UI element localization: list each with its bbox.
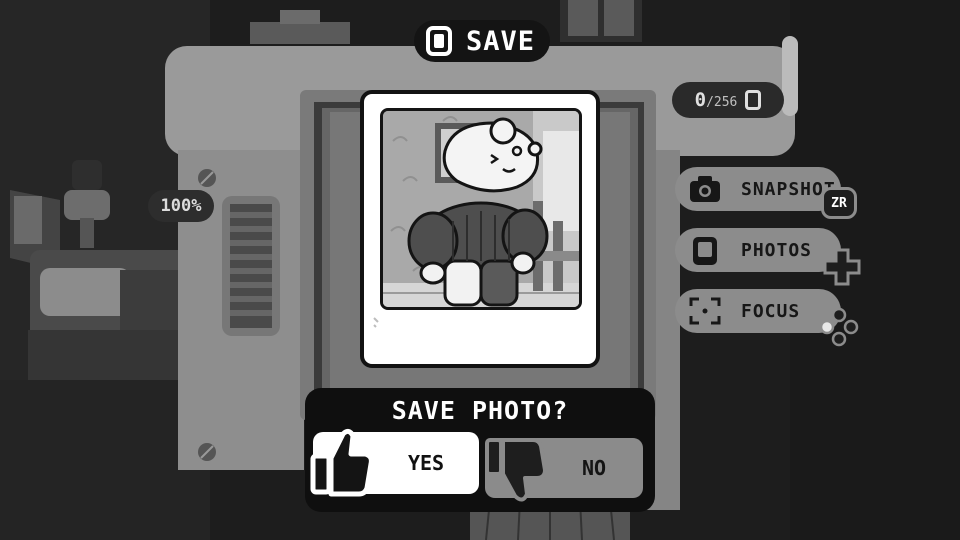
- thumbs-down-icon: [485, 438, 545, 502]
- zr-button-hint: ZR: [821, 187, 857, 219]
- zoom-level-indicator: 100%: [148, 190, 214, 222]
- face-buttons-icon: [819, 307, 859, 351]
- focus-button[interactable]: FOCUS: [675, 289, 859, 347]
- focus-icon: [689, 297, 721, 325]
- photo-count-text: 0/256: [695, 89, 738, 111]
- thumbs-up-icon: [310, 428, 374, 497]
- captured-photo-card: [360, 90, 600, 368]
- save-mode-title: SAVE: [466, 25, 536, 57]
- photo-icon: [689, 236, 721, 265]
- yes-label: YES: [407, 451, 445, 475]
- no-button[interactable]: NO: [485, 438, 643, 502]
- photo-counter: 0/256: [672, 82, 784, 118]
- character-photo-illustration: [383, 111, 579, 307]
- photos-label: PHOTOS: [741, 239, 813, 261]
- no-label: NO: [581, 456, 607, 480]
- dialog-title: SAVE PHOTO?: [391, 396, 569, 425]
- card-sparkle-icon: [373, 317, 379, 328]
- focus-label: FOCUS: [741, 300, 801, 322]
- save-photo-dialog: SAVE PHOTO? YES NO: [305, 388, 655, 512]
- snapshot-button[interactable]: SNAPSHOT ZR: [675, 167, 857, 219]
- photo-count-total: /256: [706, 95, 738, 110]
- dpad-icon: [823, 248, 861, 290]
- photo-icon: [426, 26, 452, 56]
- photo-icon: [745, 90, 762, 110]
- camera-icon: [689, 175, 721, 203]
- photos-button[interactable]: PHOTOS: [675, 228, 861, 286]
- save-mode-header: SAVE: [414, 20, 550, 62]
- yes-button[interactable]: YES: [310, 428, 479, 497]
- captured-photo: [380, 108, 582, 310]
- photo-count-current: 0: [694, 89, 707, 111]
